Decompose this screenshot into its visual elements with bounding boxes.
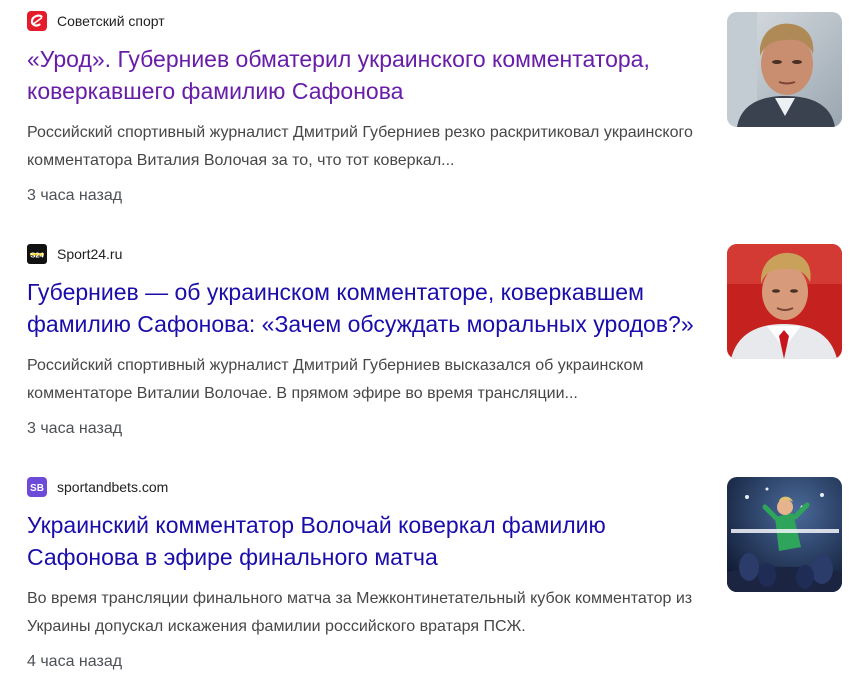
news-snippet: Во время трансляции финального матча за …	[27, 590, 693, 635]
news-timestamp: 3 часа назад	[27, 420, 123, 437]
news-results-list: Советский спорт «Урод». Губерниев обмате…	[27, 0, 842, 673]
news-headline-link[interactable]: Губерниев — об украинском комментаторе, …	[27, 276, 707, 340]
news-result-text: Советский спорт «Урод». Губерниев обмате…	[27, 11, 707, 207]
news-source: Советский спорт	[27, 11, 707, 31]
svg-text:S24: S24	[30, 251, 44, 260]
svg-text:SB: SB	[30, 483, 44, 494]
news-thumbnail[interactable]	[727, 12, 842, 127]
news-timestamp: 4 часа назад	[27, 653, 123, 670]
sportandbets-icon: SB	[27, 477, 47, 497]
news-headline-link[interactable]: «Урод». Губерниев обматерил украинского …	[27, 43, 707, 107]
sovsport-icon	[27, 11, 47, 31]
news-snippet: Российский спортивный журналист Дмитрий …	[27, 357, 644, 402]
news-result: Советский спорт «Урод». Губерниев обмате…	[27, 11, 842, 207]
news-headline-link[interactable]: Украинский комментатор Волочай коверкал …	[27, 509, 707, 573]
news-timestamp: 3 часа назад	[27, 187, 123, 204]
sport24-icon: S24	[27, 244, 47, 264]
news-result-text: SB sportandbets.com Украинский комментат…	[27, 477, 707, 673]
news-result: S24 Sport24.ru Губерниев — об украинском…	[27, 244, 842, 440]
news-thumbnail[interactable]	[727, 244, 842, 359]
news-source: S24 Sport24.ru	[27, 244, 707, 264]
news-source: SB sportandbets.com	[27, 477, 707, 497]
news-result: SB sportandbets.com Украинский комментат…	[27, 477, 842, 673]
news-source-name: Советский спорт	[57, 13, 165, 29]
news-source-name: Sport24.ru	[57, 246, 123, 262]
news-result-text: S24 Sport24.ru Губерниев — об украинском…	[27, 244, 707, 440]
news-snippet: Российский спортивный журналист Дмитрий …	[27, 124, 693, 169]
news-source-name: sportandbets.com	[57, 479, 169, 495]
news-thumbnail[interactable]	[727, 477, 842, 592]
